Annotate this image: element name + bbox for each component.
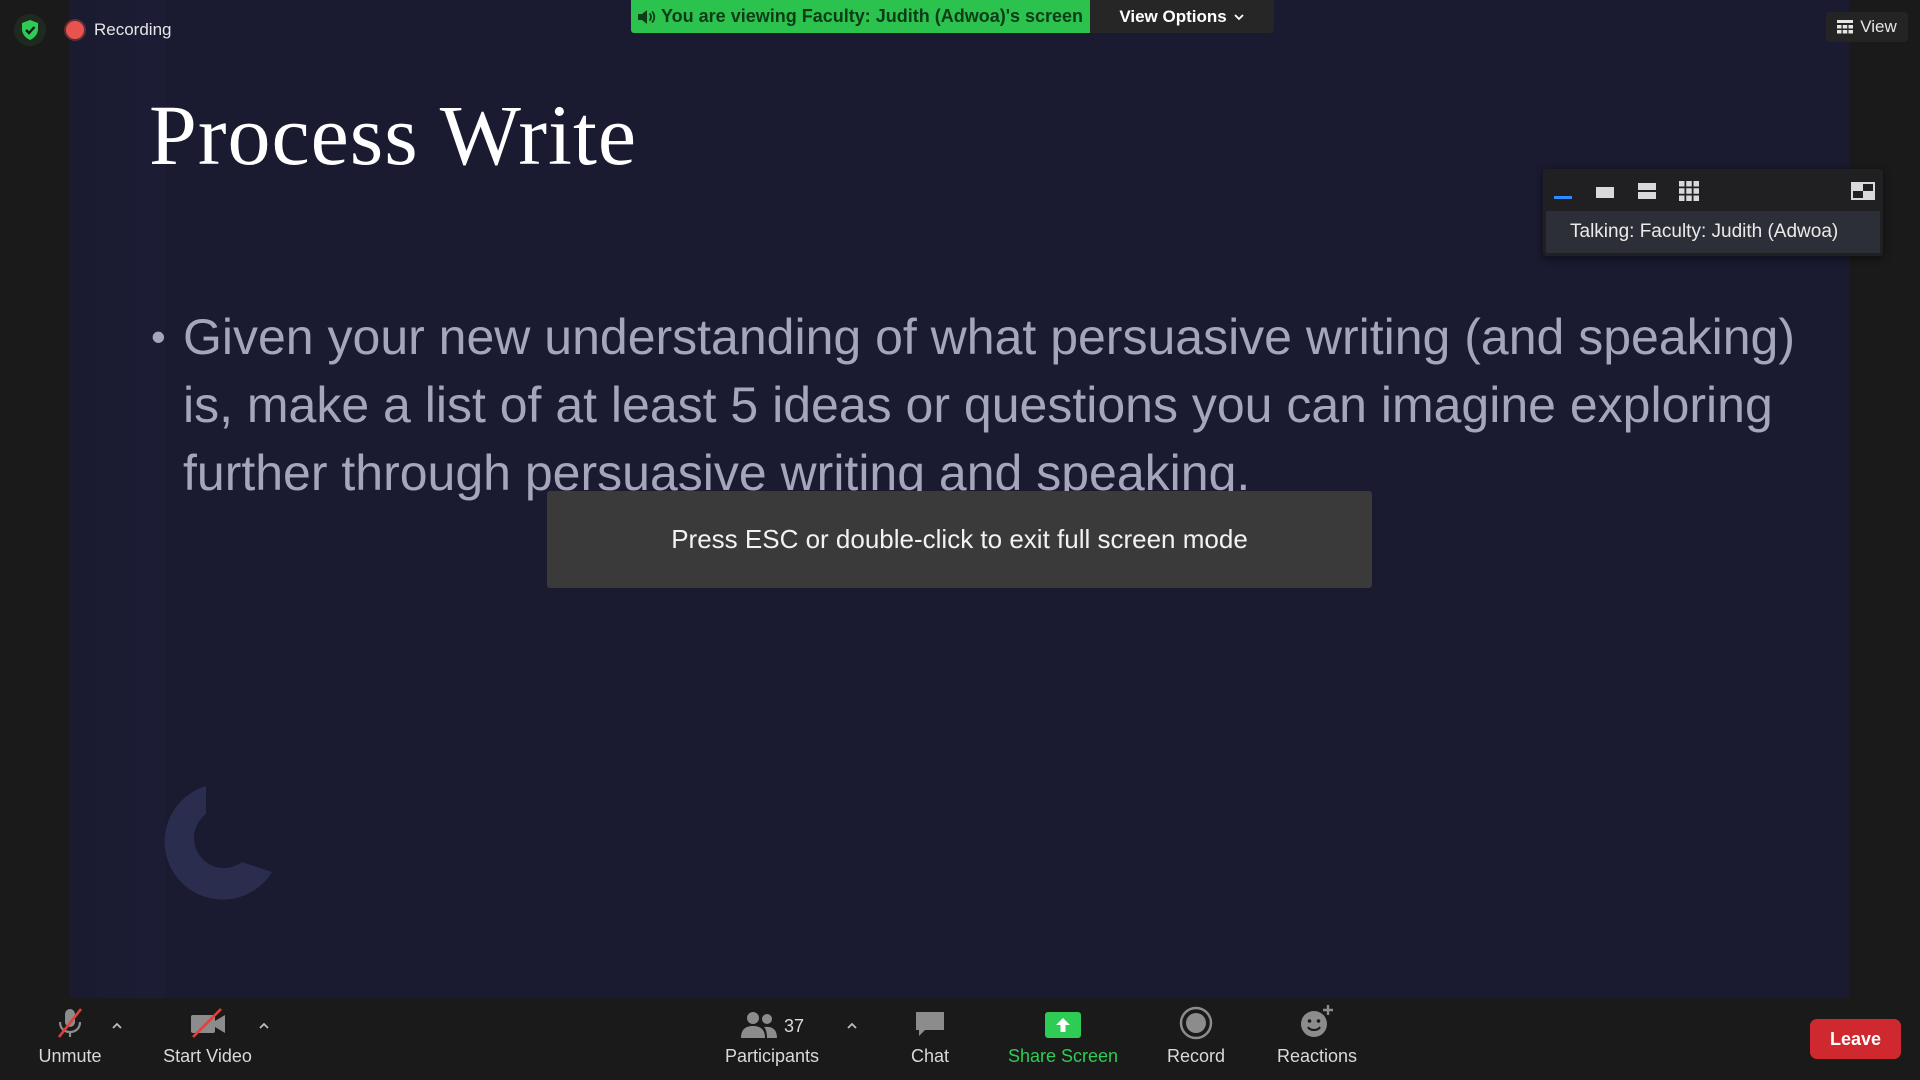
- bullet-text: Given your new understanding of what per…: [183, 309, 1796, 501]
- share-screen-icon: [1044, 998, 1082, 1046]
- fullscreen-exit-message: Press ESC or double-click to exit full s…: [671, 524, 1248, 554]
- audio-options-caret-icon[interactable]: [107, 1016, 127, 1036]
- fullscreen-exit-tooltip: Press ESC or double-click to exit full s…: [547, 491, 1372, 588]
- talking-label: Talking: Faculty: Judith (Adwoa): [1570, 221, 1839, 242]
- reactions-button[interactable]: Reactions: [1272, 998, 1362, 1080]
- chevron-down-icon: [1234, 13, 1244, 20]
- gallery-view-icon[interactable]: [1677, 179, 1701, 203]
- recording-indicator[interactable]: Recording: [66, 17, 172, 43]
- participants-icon-wrap: 37: [740, 998, 804, 1046]
- reactions-label: Reactions: [1276, 1046, 1358, 1066]
- chat-icon: [913, 998, 947, 1046]
- microphone-muted-icon: [53, 998, 87, 1046]
- side-by-side-icon[interactable]: [1635, 179, 1659, 203]
- leave-label: Leave: [1829, 1028, 1882, 1049]
- unmute-label: Unmute: [38, 1046, 102, 1066]
- participants-count: 37: [783, 1016, 805, 1036]
- start-video-button[interactable]: Start Video: [155, 998, 260, 1080]
- participants-button[interactable]: 37 Participants: [718, 998, 826, 1080]
- slide-logo-icon: [164, 786, 272, 900]
- reactions-icon: [1299, 998, 1335, 1046]
- minimize-icon[interactable]: [1551, 179, 1575, 203]
- recording-label: Recording: [94, 20, 172, 39]
- view-options-label: View Options: [1119, 6, 1227, 26]
- view-options-button[interactable]: View Options: [1090, 0, 1274, 33]
- view-button[interactable]: View: [1826, 12, 1908, 42]
- speaker-view-icon[interactable]: [1593, 179, 1617, 203]
- pip-icon[interactable]: [1851, 179, 1875, 203]
- leave-button[interactable]: Leave: [1810, 1019, 1901, 1059]
- unmute-button[interactable]: Unmute: [30, 998, 110, 1080]
- meeting-toolbar: [0, 998, 1920, 1080]
- talking-indicator: Talking: Faculty: Judith (Adwoa): [1546, 211, 1880, 253]
- participants-caret-icon[interactable]: [842, 1016, 862, 1036]
- video-options-caret-icon[interactable]: [254, 1016, 274, 1036]
- start-video-label: Start Video: [163, 1046, 252, 1066]
- panel-layout-icons: [1551, 179, 1875, 203]
- participants-icon: [740, 1012, 777, 1038]
- chat-label: Chat: [910, 1046, 950, 1066]
- chat-button[interactable]: Chat: [900, 998, 960, 1080]
- view-label: View: [1860, 17, 1897, 36]
- participants-label: Participants: [724, 1046, 820, 1066]
- video-camera-off-icon: [188, 998, 228, 1046]
- share-screen-button[interactable]: Share Screen: [1004, 998, 1122, 1080]
- floating-video-panel[interactable]: Talking: Faculty: Judith (Adwoa): [1543, 169, 1883, 256]
- bullet-dot-icon: •: [151, 313, 166, 360]
- slide-bullet-item: • Given your new understanding of what p…: [150, 303, 1849, 507]
- speaker-volume-icon: [638, 9, 656, 24]
- record-button[interactable]: Record: [1160, 998, 1232, 1080]
- gallery-grid-icon: [1837, 20, 1854, 34]
- security-shield-icon[interactable]: [14, 14, 46, 46]
- slide-bullet-list: • Given your new understanding of what p…: [150, 303, 1849, 507]
- recording-dot-icon: [66, 21, 84, 39]
- slide-title: Process Write: [149, 87, 638, 183]
- share-screen-label: Share Screen: [1007, 1046, 1119, 1066]
- screen-share-banner: You are viewing Faculty: Judith (Adwoa)'…: [631, 0, 1090, 33]
- record-icon: [1179, 998, 1213, 1046]
- screen-share-banner-text: You are viewing Faculty: Judith (Adwoa)'…: [661, 6, 1084, 26]
- record-label: Record: [1166, 1046, 1226, 1066]
